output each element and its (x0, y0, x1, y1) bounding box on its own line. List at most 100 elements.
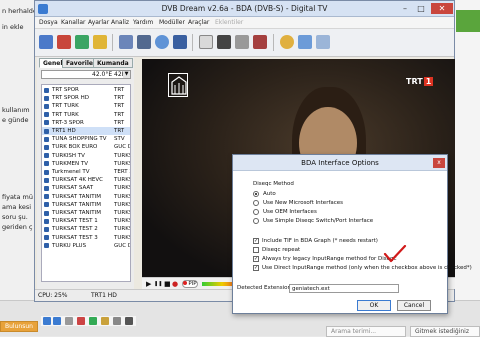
detected-extension-field[interactable]: geniatech.ext (289, 284, 399, 293)
list-item[interactable]: TRT SPOR HD TRT (42, 94, 130, 102)
menu-eklentiler[interactable]: Eklentiler (215, 19, 243, 26)
filter-icon[interactable] (113, 317, 121, 325)
menu-icon[interactable] (125, 317, 133, 325)
checkbox-include-tif-label: Include TIF in BDA Graph (* needs restar… (262, 238, 378, 244)
list-item[interactable]: TRT TURK TRT (42, 111, 130, 119)
bg-chip-left[interactable]: Bulunsun (0, 321, 38, 332)
list-item[interactable]: TURKSAT TEST 1 TURKS (42, 217, 130, 225)
maximize-button[interactable]: □ (414, 3, 428, 14)
radio-auto-label: Auto (263, 191, 276, 197)
bg-text-2: in ekle (2, 23, 24, 31)
epg-icon[interactable] (75, 35, 89, 49)
list-item[interactable]: Turkmenel TV TERT 2 (42, 168, 130, 176)
pip-dot-icon (183, 281, 188, 285)
checkbox-legacy-inputrange[interactable]: ✓ (253, 256, 259, 262)
settings-icon[interactable] (298, 35, 312, 49)
minimize-button[interactable]: – (398, 3, 412, 14)
list-item[interactable]: TURKSAT TEST 3 TURKS (42, 234, 130, 242)
channel-name: TRT TURK (52, 103, 79, 110)
tv-channel-icon (44, 144, 49, 150)
dialog-close-button[interactable]: x (433, 158, 445, 168)
menu-moduller[interactable]: Modüller (159, 19, 185, 26)
list-item[interactable]: TRT SPOR TRT (42, 86, 130, 94)
record-icon[interactable] (57, 35, 71, 49)
monitor-icon[interactable] (173, 35, 187, 49)
menu-kanallar[interactable]: Kanallar (61, 19, 85, 26)
ok-button[interactable]: OK (357, 300, 391, 311)
window-title: DVB Dream v2.6a - BDA (DVB-S) - Digital … (161, 4, 328, 13)
channel-logo-text: TRT (406, 77, 423, 86)
subtitle-icon[interactable] (235, 35, 249, 49)
list-item[interactable]: TUNA SHOPPING TV STV (42, 135, 130, 143)
channel-provider: TURKS (114, 193, 131, 200)
radio-auto[interactable] (253, 191, 259, 197)
radio-simple-switch[interactable] (253, 218, 259, 224)
radio-oem[interactable] (253, 209, 259, 215)
audio-icon[interactable] (253, 35, 267, 49)
info-icon[interactable] (316, 35, 330, 49)
up-icon[interactable] (43, 317, 51, 325)
delete-icon[interactable] (77, 317, 85, 325)
stop-button[interactable]: ■ (164, 280, 171, 288)
menu-ayarlar[interactable]: Ayarlar (88, 19, 109, 26)
tv-channel-icon (44, 95, 49, 101)
globe-icon[interactable] (155, 35, 169, 49)
list-icon[interactable] (119, 35, 133, 49)
cancel-button[interactable]: Cancel (397, 300, 431, 311)
satellite-select[interactable]: 42.0°E 42E (41, 70, 131, 79)
close-button[interactable]: ✕ (431, 3, 453, 14)
toolbar-separator (192, 34, 193, 51)
down-icon[interactable] (53, 317, 61, 325)
bg-search-input[interactable]: Arama terimi... (326, 326, 406, 337)
list-item[interactable]: TURK BOX EURO GUC D (42, 143, 130, 151)
favorites-icon[interactable] (93, 35, 107, 49)
list-item[interactable]: TURKSAT TEST 2 TURKS (42, 225, 130, 233)
checkbox-include-tif[interactable]: ✓ (253, 238, 259, 244)
pip-button[interactable]: PIP (182, 280, 198, 288)
checkbox-diseqc-repeat[interactable] (253, 247, 259, 253)
sort-icon[interactable] (65, 317, 73, 325)
list-item[interactable]: TRT TURK TRT (42, 102, 130, 110)
title-bar[interactable]: DVB Dream v2.6a - BDA (DVB-S) - Digital … (35, 1, 454, 17)
checkbox-direct-inputrange[interactable]: ✓ (253, 265, 259, 271)
scan-icon[interactable] (39, 35, 53, 49)
list-item[interactable]: TURKSAT TANITIM TURKS (42, 209, 130, 217)
add-icon[interactable] (89, 317, 97, 325)
chevron-down-icon[interactable]: ▼ (123, 71, 130, 78)
list-item[interactable]: TURKSAT TANITIM TURKS (42, 193, 130, 201)
tab-kumanda[interactable]: Kumanda (93, 58, 133, 68)
list-item[interactable]: TURKSAT 4K HEVC TURKS (42, 176, 130, 184)
channel-name: TURKSAT TEST 1 (52, 218, 98, 225)
list-item[interactable]: TRT-3 SPOR TRT (42, 119, 130, 127)
list-item[interactable]: TURKSAT SAAT TURKS (42, 184, 130, 192)
channel-provider: TURKS (114, 234, 131, 241)
list-item[interactable]: TRT1 HD TRT (42, 127, 130, 136)
bg-text-8: geriden ç (2, 223, 33, 231)
menu-analiz[interactable]: Analiz (111, 19, 129, 26)
bg-goto-text[interactable]: Gitmek istediğiniz (410, 326, 480, 337)
channel-provider: TURKS (114, 218, 131, 225)
channel-list[interactable]: TRT SPOR TRT TRT SPOR HD TRT TRT TURK TRT TRT … (41, 84, 131, 282)
tv-channel-icon (44, 210, 49, 216)
pause-button[interactable]: ❚❚ (154, 280, 162, 288)
grid-icon[interactable] (137, 35, 151, 49)
menu-yardim[interactable]: Yardım (133, 19, 153, 26)
clock-icon[interactable] (280, 35, 294, 49)
dialog-title-bar[interactable]: BDA Interface Options x (233, 155, 447, 171)
radio-simple-switch-label: Use Simple Diseqc Switch/Port Interface (263, 218, 374, 224)
list-item[interactable]: TURKSAT TANITIM TURKS (42, 201, 130, 209)
display-icon[interactable] (217, 35, 231, 49)
channel-name: TRT TURK (52, 111, 79, 118)
menu-dosya[interactable]: Dosya (39, 19, 58, 26)
edit-icon[interactable] (101, 317, 109, 325)
rec-button[interactable]: ● (172, 280, 178, 288)
window-icon[interactable] (199, 35, 213, 49)
list-item[interactable]: TURKMEN TV TURKS (42, 160, 130, 168)
tv-channel-icon (44, 235, 49, 241)
list-item[interactable]: TURKU PLUS GUC D (42, 242, 130, 250)
list-item[interactable]: TURKISH TV TURKS (42, 152, 130, 160)
channel-provider: TRT (114, 111, 125, 118)
menu-araclar[interactable]: Araçlar (188, 19, 209, 26)
play-button[interactable]: ▶ (146, 280, 151, 288)
radio-new-microsoft[interactable] (253, 200, 259, 206)
